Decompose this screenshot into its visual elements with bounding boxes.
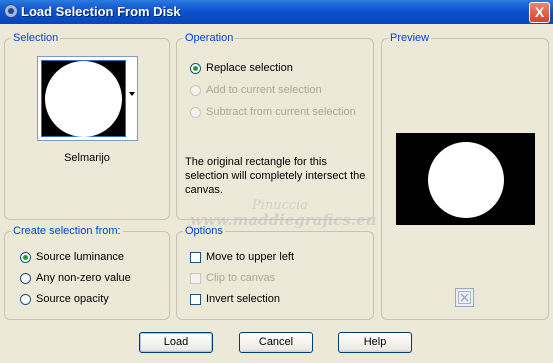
clip-canvas-checkbox[interactable]: Clip to canvas [190,272,275,284]
selection-thumbnail-circle [45,61,122,137]
help-button[interactable]: Help [338,332,412,353]
checkbox-icon [190,293,201,305]
selection-swatch-dropdown[interactable] [37,56,138,141]
subtract-selection-label: Subtract from current selection [206,106,356,118]
any-nonzero-radio[interactable]: Any non-zero value [20,272,131,284]
source-opacity-radio[interactable]: Source opacity [20,293,109,305]
load-button[interactable]: Load [139,332,213,353]
preview-circle [428,142,504,218]
selection-name: Selmarijo [64,152,110,164]
checkbox-icon [190,251,201,263]
move-upper-left-checkbox[interactable]: Move to upper left [190,251,294,263]
close-button[interactable]: X [529,2,550,23]
radio-off-icon [20,272,31,284]
create-from-group-title: Create selection from: [11,225,123,237]
radio-on-icon [190,62,201,74]
preview-image [396,133,535,225]
window-title: Load Selection From Disk [21,4,181,19]
radio-off-icon [190,106,201,118]
move-upper-left-label: Move to upper left [206,251,295,263]
add-selection-label: Add to current selection [206,84,322,96]
any-nonzero-label: Any non-zero value [36,272,131,284]
add-selection-radio[interactable]: Add to current selection [190,84,322,96]
selection-group-title: Selection [11,32,61,44]
checkbox-icon [190,272,201,284]
source-luminance-radio[interactable]: Source luminance [20,251,124,263]
replace-selection-label: Replace selection [206,62,293,74]
app-icon [4,4,18,18]
title-bar: Load Selection From Disk X [0,0,553,24]
replace-selection-radio[interactable]: Replace selection [190,62,293,74]
invert-selection-label: Invert selection [206,293,280,305]
subtract-selection-radio[interactable]: Subtract from current selection [190,106,356,118]
operation-message: The original rectangle for this selectio… [185,156,366,196]
radio-off-icon [20,293,31,305]
invert-selection-checkbox[interactable]: Invert selection [190,293,280,305]
cancel-button[interactable]: Cancel [239,332,313,353]
chevron-down-icon [129,92,135,96]
source-luminance-label: Source luminance [36,251,125,263]
selection-thumbnail [41,60,126,137]
options-group-title: Options [183,225,225,237]
preview-group-title: Preview [388,32,432,44]
fit-icon[interactable] [455,288,474,307]
operation-group-title: Operation [183,32,236,44]
clip-canvas-label: Clip to canvas [206,272,276,284]
radio-on-icon [20,251,31,263]
source-opacity-label: Source opacity [36,293,109,305]
radio-off-icon [190,84,201,96]
